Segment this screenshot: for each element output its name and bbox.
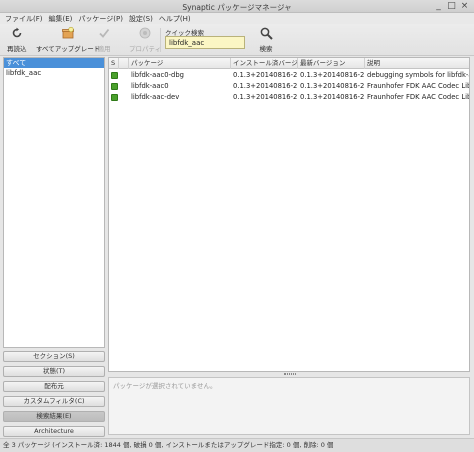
column-package[interactable]: パッケージ <box>129 58 231 69</box>
properties-icon <box>138 26 152 40</box>
table-header: S パッケージ インストール済バージョン 最新バージョン 説明 <box>109 58 469 69</box>
reload-icon <box>10 26 24 40</box>
upgrade-icon <box>61 26 75 40</box>
quick-search-input[interactable] <box>165 36 245 49</box>
column-support[interactable] <box>119 58 129 69</box>
menu-edit[interactable]: 編集(E) <box>47 13 77 24</box>
custom-filters-button[interactable]: カスタムフィルタ(C) <box>3 396 105 407</box>
package-details-pane: パッケージが選択されていません。 <box>108 377 470 435</box>
properties-label: プロパティ <box>129 45 162 53</box>
menu-file[interactable]: ファイル(F) <box>3 13 47 24</box>
filter-item-all[interactable]: すべて <box>4 58 104 68</box>
package-description: debugging symbols for libfdk-aac0 <box>367 71 469 79</box>
installed-status-icon[interactable] <box>111 72 118 79</box>
upgrade-all-button[interactable]: すべてアップグレード <box>36 26 100 54</box>
table-row[interactable]: libfdk-aac0-dbg 0.1.3+20140816-2 0.1.3+2… <box>109 70 469 81</box>
properties-button[interactable]: プロパティ <box>129 26 161 54</box>
status-button[interactable]: 状態(T) <box>3 366 105 377</box>
menu-package[interactable]: パッケージ(P) <box>76 13 127 24</box>
menu-settings[interactable]: 設定(S) <box>127 13 157 24</box>
filter-list: すべて libfdk_aac <box>3 57 105 348</box>
table-row[interactable]: libfdk-aac-dev 0.1.3+20140816-2 0.1.3+20… <box>109 92 469 103</box>
architecture-button[interactable]: Architecture <box>3 426 105 437</box>
latest-version: 0.1.3+20140816-2 <box>300 71 365 79</box>
latest-version: 0.1.3+20140816-2 <box>300 93 365 101</box>
window-controls: _ □ × <box>433 1 470 12</box>
reload-label: 再読込 <box>7 45 27 53</box>
installed-status-icon[interactable] <box>111 94 118 101</box>
column-status[interactable]: S <box>109 58 119 69</box>
splitter-grip-icon <box>284 373 296 375</box>
reload-button[interactable]: 再読込 <box>7 26 27 54</box>
installed-version: 0.1.3+20140816-2 <box>233 71 298 79</box>
sections-button[interactable]: セクション(S) <box>3 351 105 362</box>
window-title: Synaptic パッケージマネージャ <box>182 3 292 12</box>
installed-version: 0.1.3+20140816-2 <box>233 93 298 101</box>
apply-label: 適用 <box>97 45 111 53</box>
package-description: Fraunhofer FDK AAC Codec Library - <box>367 93 469 101</box>
latest-version: 0.1.3+20140816-2 <box>300 82 365 90</box>
column-installed-version[interactable]: インストール済バージョン <box>231 58 298 69</box>
package-description: Fraunhofer FDK AAC Codec Library - <box>367 82 469 90</box>
column-description[interactable]: 説明 <box>365 58 469 69</box>
upgrade-all-label: すべてアップグレード <box>36 45 101 53</box>
filter-item-libfdk-aac[interactable]: libfdk_aac <box>4 68 104 78</box>
maximize-button[interactable]: □ <box>446 1 457 12</box>
search-results-button[interactable]: 検索結果(E) <box>3 411 105 422</box>
minimize-button[interactable]: _ <box>433 1 444 12</box>
search-icon <box>259 26 273 40</box>
column-latest-version[interactable]: 最新バージョン <box>298 58 365 69</box>
no-selection-message: パッケージが選択されていません。 <box>113 382 217 390</box>
package-name: libfdk-aac0 <box>131 82 169 90</box>
package-name: libfdk-aac0-dbg <box>131 71 184 79</box>
menu-help[interactable]: ヘルプ(H) <box>157 13 195 24</box>
apply-button[interactable]: 適用 <box>97 26 111 54</box>
apply-check-icon <box>97 26 111 40</box>
status-bar: 全 3 パッケージ (インストール済: 1844 個, 破損 0 個, インスト… <box>0 438 474 452</box>
toolbar-separator <box>160 28 161 52</box>
origin-button[interactable]: 配布元 <box>3 381 105 392</box>
title-bar: Synaptic パッケージマネージャ _ □ × <box>0 0 474 13</box>
package-name: libfdk-aac-dev <box>131 93 180 101</box>
search-label: 検索 <box>259 45 273 53</box>
menu-bar: ファイル(F) 編集(E) パッケージ(P) 設定(S) ヘルプ(H) <box>0 13 474 24</box>
close-button[interactable]: × <box>459 1 470 12</box>
installed-status-icon[interactable] <box>111 83 118 90</box>
search-button[interactable]: 検索 <box>259 26 273 54</box>
table-row[interactable]: libfdk-aac0 0.1.3+20140816-2 0.1.3+20140… <box>109 81 469 92</box>
installed-version: 0.1.3+20140816-2 <box>233 82 298 90</box>
package-table: S パッケージ インストール済バージョン 最新バージョン 説明 libfdk-a… <box>108 57 470 372</box>
